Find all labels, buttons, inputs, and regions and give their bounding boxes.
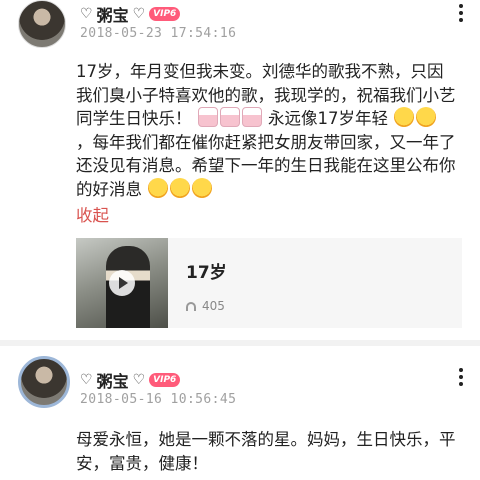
user-line: ♡ 粥宝 ♡ VIP6 xyxy=(80,368,181,392)
post-timestamp: 2018-05-23 17:54:16 xyxy=(80,26,237,41)
post-card: ♡ 粥宝 ♡ VIP6 2018-05-23 17:54:16 17岁，年月变但… xyxy=(0,0,480,340)
grin-emoji-icon xyxy=(148,177,169,198)
collapse-link[interactable]: 收起 xyxy=(76,202,109,226)
song-card[interactable]: 17岁 405 xyxy=(76,238,462,328)
grin-emoji-icon xyxy=(192,177,213,198)
heart-icon: ♡ xyxy=(132,372,146,388)
play-icon[interactable] xyxy=(109,270,135,296)
more-options-icon[interactable] xyxy=(456,4,466,22)
vip-badge: VIP6 xyxy=(149,7,181,21)
user-line: ♡ 粥宝 ♡ VIP6 xyxy=(80,2,181,26)
post-text: 17岁，年月变但我未变。刘德华的歌我不熟，只因我们臭小子特喜欢他的歌，我现学的，… xyxy=(76,60,456,201)
avatar[interactable] xyxy=(18,0,66,48)
grin-emoji-icon xyxy=(170,177,191,198)
post-timestamp: 2018-05-16 10:56:45 xyxy=(80,392,237,407)
cake-icon xyxy=(241,107,262,127)
song-cover xyxy=(76,238,168,328)
shush-emoji-icon xyxy=(394,107,415,127)
cake-icon xyxy=(219,107,240,127)
heart-icon: ♡ xyxy=(132,6,146,22)
more-options-icon[interactable] xyxy=(456,368,466,386)
headphone-icon xyxy=(186,301,196,311)
song-info: 17岁 405 xyxy=(168,238,227,328)
song-plays: 405 xyxy=(186,299,227,313)
avatar[interactable] xyxy=(18,356,70,408)
heart-icon: ♡ xyxy=(80,372,93,388)
username[interactable]: 粥宝 xyxy=(97,368,129,392)
shush-emoji-icon xyxy=(416,107,437,127)
song-title: 17岁 xyxy=(186,263,227,283)
post-text-part: ，每年我们都在催你赶紧把女朋友带回家，又一年了还没见有消息。希望下一年的生日我能… xyxy=(76,132,456,199)
post-text: 母爱永恒，她是一颗不落的星。妈妈，生日快乐，平安，富贵，健康！ xyxy=(76,430,456,473)
cake-icon xyxy=(197,107,218,127)
username[interactable]: 粥宝 xyxy=(97,2,129,26)
vip-badge: VIP6 xyxy=(149,373,181,387)
play-count: 405 xyxy=(202,299,225,313)
post-text-part: 永远像17岁年轻 xyxy=(268,109,388,128)
heart-icon: ♡ xyxy=(80,6,93,22)
